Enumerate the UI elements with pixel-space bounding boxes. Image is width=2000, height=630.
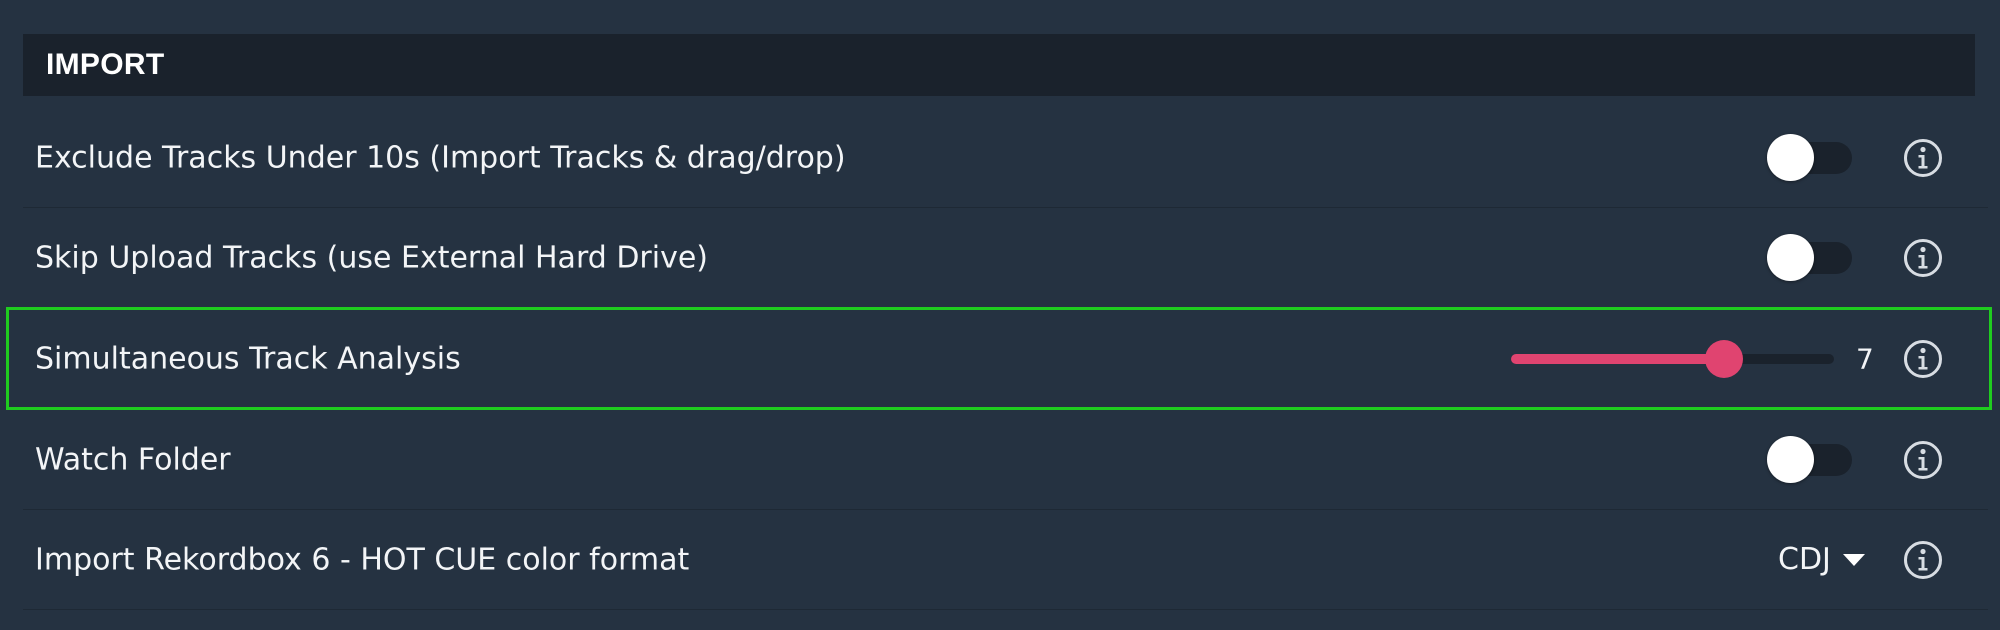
info-icon[interactable] [1903, 440, 1943, 480]
section-title: IMPORT [46, 48, 165, 81]
toggle-knob [1767, 133, 1814, 181]
setting-label: Watch Folder [35, 442, 231, 477]
watch-folder-toggle[interactable] [1767, 435, 1852, 483]
info-icon[interactable] [1903, 540, 1943, 580]
setting-row-simultaneous-track-analysis: Simultaneous Track Analysis 7 [23, 309, 1988, 409]
slider-value: 7 [1856, 342, 1874, 376]
skip-upload-tracks-toggle[interactable] [1767, 233, 1852, 281]
setting-label: Exclude Tracks Under 10s (Import Tracks … [35, 140, 846, 175]
simultaneous-track-analysis-slider[interactable] [1511, 339, 1834, 379]
setting-row-exclude-short-tracks: Exclude Tracks Under 10s (Import Tracks … [23, 108, 1988, 208]
toggle-knob [1767, 435, 1814, 483]
section-header: IMPORT [23, 34, 1975, 96]
setting-label: Import Rekordbox 6 - HOT CUE color forma… [35, 542, 690, 577]
setting-row-skip-upload-tracks: Skip Upload Tracks (use External Hard Dr… [23, 208, 1988, 308]
info-icon[interactable] [1903, 138, 1943, 178]
setting-row-rekordbox-hotcue-color: Import Rekordbox 6 - HOT CUE color forma… [23, 510, 1988, 610]
slider-fill [1511, 354, 1725, 364]
hotcue-color-format-dropdown[interactable]: CDJ [1778, 540, 1865, 580]
exclude-short-tracks-toggle[interactable] [1767, 133, 1852, 181]
setting-label: Skip Upload Tracks (use External Hard Dr… [35, 240, 709, 275]
toggle-knob [1767, 233, 1814, 281]
setting-label: Simultaneous Track Analysis [35, 341, 461, 377]
setting-row-watch-folder: Watch Folder [23, 410, 1988, 510]
info-icon[interactable] [1903, 339, 1943, 379]
caret-down-icon [1842, 553, 1865, 566]
info-icon[interactable] [1903, 238, 1943, 278]
dropdown-selected-value: CDJ [1778, 542, 1831, 577]
slider-thumb[interactable] [1705, 340, 1744, 378]
